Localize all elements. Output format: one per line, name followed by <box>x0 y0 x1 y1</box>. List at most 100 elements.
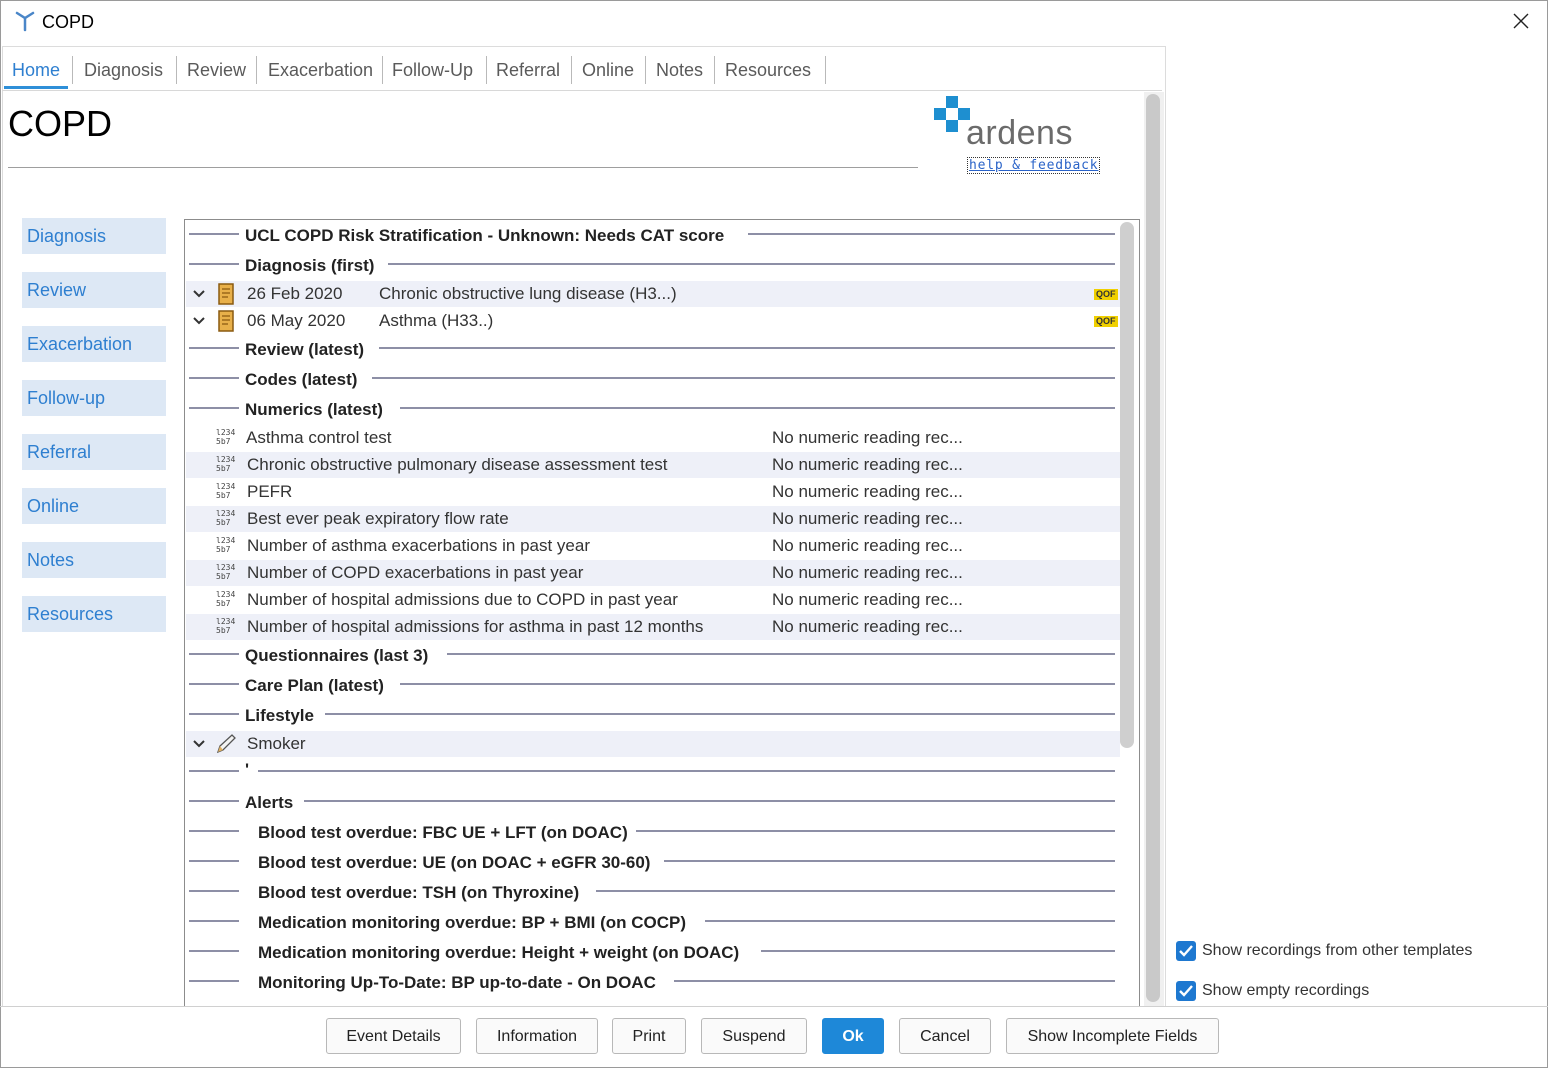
tab-home[interactable]: Home <box>12 60 60 81</box>
section-rule <box>748 233 1115 235</box>
numeric-value: No numeric reading rec... <box>772 536 963 555</box>
suspend-button[interactable]: Suspend <box>701 1018 807 1054</box>
summary-scrollbar[interactable] <box>1120 222 1134 748</box>
sidebar-item-diagnosis[interactable]: Diagnosis <box>22 218 166 254</box>
section-rule <box>189 770 239 772</box>
numeric-name: Chronic obstructive pulmonary disease as… <box>247 455 668 474</box>
section-rule <box>258 770 1115 772</box>
page-scrollbar[interactable] <box>1146 94 1160 1002</box>
numeric-name: Number of COPD exacerbations in past yea… <box>247 563 584 582</box>
cancel-button[interactable]: Cancel <box>899 1018 991 1054</box>
alert-item: Medication monitoring overdue: Height + … <box>258 943 740 962</box>
qof-badge: QOF <box>1094 289 1118 300</box>
section-rule <box>189 407 239 409</box>
numeric-row[interactable]: l234 5b7 Number of hospital admissions du… <box>186 587 1120 613</box>
title-bar: COPD <box>0 0 1548 44</box>
section-rule <box>400 683 1115 685</box>
tab-separator <box>714 56 715 84</box>
record-icon <box>218 310 234 332</box>
tab-separator <box>571 56 572 84</box>
diagnosis-row[interactable]: 06 May 2020 Asthma (H33..) QOF <box>186 308 1120 334</box>
tab-diagnosis[interactable]: Diagnosis <box>84 60 163 81</box>
tab-separator <box>382 56 383 84</box>
active-tab-indicator <box>4 86 68 89</box>
sidebar-item-notes[interactable]: Notes <box>22 542 166 578</box>
numeric-row[interactable]: l234 5b7 Number of COPD exacerbations in … <box>186 560 1120 586</box>
diagnosis-text: Asthma (H33..) <box>379 311 494 330</box>
tab-exacerbation[interactable]: Exacerbation <box>268 60 373 81</box>
section-rule <box>372 377 1115 379</box>
logo-text: ardens <box>966 114 1073 152</box>
tab-separator <box>256 56 257 84</box>
information-button[interactable]: Information <box>476 1018 598 1054</box>
sidebar-item-referral[interactable]: Referral <box>22 434 166 470</box>
sidebar-item-follow-up[interactable]: Follow-up <box>22 380 166 416</box>
window-title: COPD <box>42 12 95 32</box>
numeric-row[interactable]: l234 5b7 PEFR No numeric reading rec... <box>186 479 1120 505</box>
numeric-value: No numeric reading rec... <box>772 482 963 501</box>
section-rule <box>388 263 1115 265</box>
tab-referral[interactable]: Referral <box>496 60 560 81</box>
tab-separator <box>176 56 177 84</box>
tab-notes[interactable]: Notes <box>656 60 703 81</box>
chevron-down-icon[interactable] <box>191 310 207 330</box>
close-icon[interactable] <box>1506 6 1536 36</box>
numeric-value: No numeric reading rec... <box>772 428 963 447</box>
tab-online[interactable]: Online <box>582 60 634 81</box>
section-rule <box>189 920 239 922</box>
section-rule <box>189 860 239 862</box>
section-rule <box>705 920 1115 922</box>
event-details-button[interactable]: Event Details <box>326 1018 461 1054</box>
numeric-icon: l234 5b7 <box>216 428 236 446</box>
section-rule <box>189 890 239 892</box>
numeric-name: Best ever peak expiratory flow rate <box>247 509 509 528</box>
section-rule <box>189 800 239 802</box>
chevron-down-icon[interactable] <box>191 283 207 303</box>
numeric-value: No numeric reading rec... <box>772 563 963 582</box>
section-rule <box>379 347 1115 349</box>
section-header-diagnosis: Diagnosis (first) <box>245 256 375 275</box>
numeric-row[interactable]: l234 5b7 Chronic obstructive pulmonary di… <box>186 452 1120 478</box>
numeric-value: No numeric reading rec... <box>772 455 963 474</box>
section-rule <box>674 980 1115 982</box>
chevron-down-icon[interactable] <box>191 733 207 753</box>
lifestyle-row[interactable]: Smoker <box>186 731 1120 757</box>
help-feedback-link[interactable]: help & feedback <box>967 157 1101 174</box>
section-header-review: Review (latest) <box>245 340 365 359</box>
ok-button[interactable]: Ok <box>822 1018 884 1054</box>
numeric-row[interactable]: l234 5b7 Best ever peak expiratory flow r… <box>186 506 1120 532</box>
section-header-alerts: Alerts <box>245 793 294 812</box>
tab-resources[interactable]: Resources <box>725 60 811 81</box>
numeric-value: No numeric reading rec... <box>772 509 963 528</box>
section-rule <box>447 653 1115 655</box>
section-header-codes: Codes (latest) <box>245 370 358 389</box>
section-rule <box>189 713 239 715</box>
checkbox-checked-icon[interactable] <box>1176 981 1196 1001</box>
numeric-icon: l234 5b7 <box>216 536 236 554</box>
sidebar-item-resources[interactable]: Resources <box>22 596 166 632</box>
tab-follow-up[interactable]: Follow-Up <box>392 60 473 81</box>
numeric-row[interactable]: l234 5b7 Number of hospital admissions fo… <box>186 614 1120 640</box>
alert-item: Medication monitoring overdue: BP + BMI … <box>258 913 687 932</box>
app-icon <box>15 11 35 32</box>
section-rule <box>189 980 239 982</box>
sidebar-item-online[interactable]: Online <box>22 488 166 524</box>
numeric-row[interactable]: l234 5b7 Asthma control test No numeric r… <box>186 425 1120 451</box>
sidebar-item-review[interactable]: Review <box>22 272 166 308</box>
print-button[interactable]: Print <box>612 1018 686 1054</box>
numeric-icon: l234 5b7 <box>216 482 236 500</box>
option-label: Show empty recordings <box>1202 982 1370 999</box>
alert-item: Monitoring Up-To-Date: BP up-to-date - O… <box>258 973 656 992</box>
numeric-row[interactable]: l234 5b7 Number of asthma exacerbations i… <box>186 533 1120 559</box>
checkbox-checked-icon[interactable] <box>1176 941 1196 961</box>
tab-review[interactable]: Review <box>187 60 246 81</box>
diagnosis-row[interactable]: 26 Feb 2020 Chronic obstructive lung dis… <box>186 281 1120 307</box>
section-header-care-plan: Care Plan (latest) <box>245 676 384 695</box>
section-header-ucl: UCL COPD Risk Stratification - Unknown: … <box>245 226 725 245</box>
section-rule <box>596 890 1115 892</box>
alert-item: Blood test overdue: UE (on DOAC + eGFR 3… <box>258 853 651 872</box>
show-incomplete-fields-button[interactable]: Show Incomplete Fields <box>1006 1018 1219 1054</box>
title-divider <box>8 167 918 168</box>
qof-badge: QOF <box>1094 316 1118 327</box>
sidebar-item-exacerbation[interactable]: Exacerbation <box>22 326 166 362</box>
